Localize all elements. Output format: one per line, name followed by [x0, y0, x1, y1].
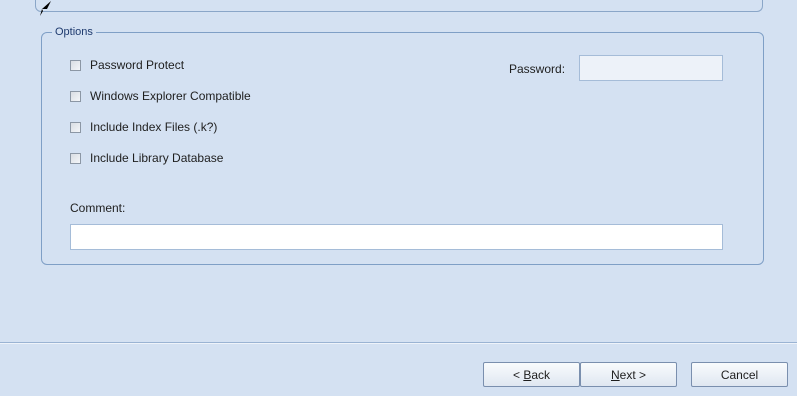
include-index-files-checkbox[interactable] — [70, 121, 81, 133]
windows-explorer-compatible-checkbox[interactable] — [70, 90, 81, 102]
password-protect-checkbox[interactable] — [70, 59, 81, 71]
windows-explorer-compatible-checkbox-row[interactable]: Windows Explorer Compatible — [70, 88, 251, 104]
back-button[interactable]: < Back — [483, 362, 580, 387]
next-button-mnemonic: N — [610, 367, 620, 382]
back-button-label-rest: ack — [531, 367, 551, 382]
password-label: Password: — [509, 62, 566, 76]
comment-label: Comment: — [70, 201, 126, 215]
comment-field[interactable] — [70, 224, 723, 250]
button-bar-divider — [0, 342, 797, 343]
windows-explorer-compatible-label: Windows Explorer Compatible — [90, 89, 251, 103]
password-protect-checkbox-row[interactable]: Password Protect — [70, 57, 184, 73]
include-library-database-checkbox-row[interactable]: Include Library Database — [70, 150, 223, 166]
include-index-files-checkbox-row[interactable]: Include Index Files (.k?) — [70, 119, 217, 135]
next-button-label-rest: ext > — [619, 367, 647, 382]
include-library-database-checkbox[interactable] — [70, 152, 81, 164]
upper-panel-edge — [35, 0, 763, 12]
mouse-pointer-icon — [40, 1, 51, 16]
back-button-prefix: < — [512, 367, 524, 382]
back-button-mnemonic: B — [523, 367, 532, 382]
password-field[interactable] — [579, 55, 723, 81]
include-library-database-label: Include Library Database — [90, 151, 224, 165]
next-button[interactable]: Next > — [580, 362, 677, 387]
cancel-button-label: Cancel — [720, 367, 759, 382]
password-protect-label: Password Protect — [90, 58, 185, 72]
include-index-files-label: Include Index Files (.k?) — [90, 120, 218, 134]
options-legend: Options — [52, 25, 96, 39]
cancel-button[interactable]: Cancel — [691, 362, 788, 387]
